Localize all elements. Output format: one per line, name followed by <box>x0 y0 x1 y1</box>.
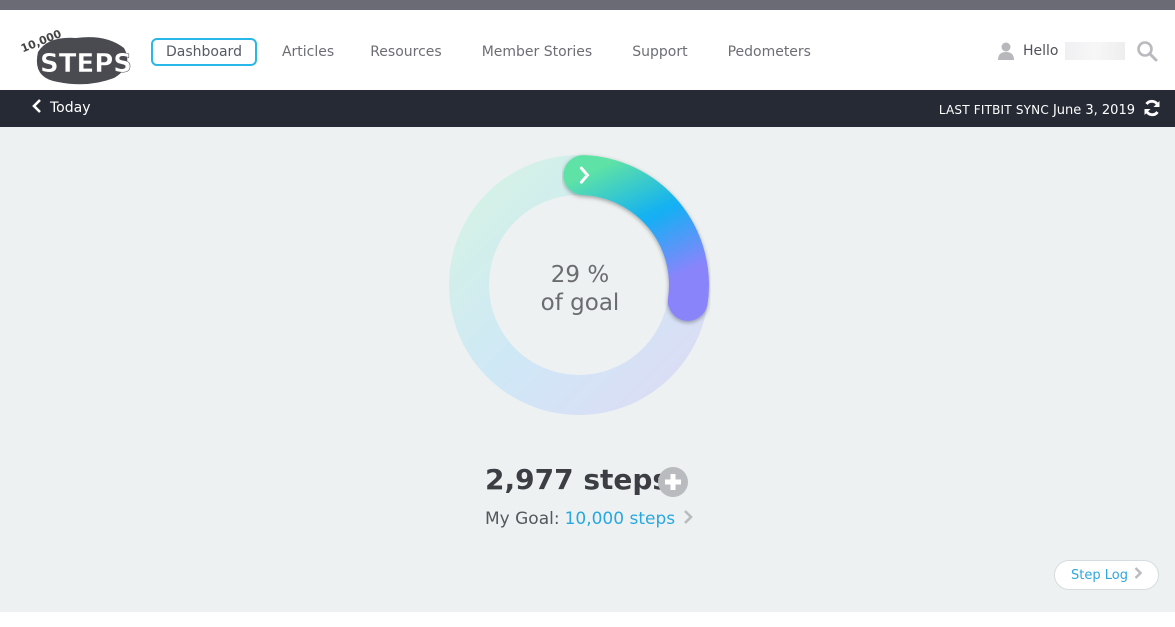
site-logo[interactable]: 10,000 STEPS <box>18 22 134 88</box>
goal-value-link[interactable]: 10,000 steps <box>565 509 676 529</box>
sync-status: LAST FITBIT SYNC June 3, 2019 <box>939 99 1161 121</box>
page-footer <box>0 612 1175 627</box>
nav-member-stories[interactable]: Member Stories <box>482 38 593 66</box>
user-menu[interactable]: Hello <box>997 40 1125 62</box>
top-strip <box>0 0 1175 10</box>
chevron-left-icon <box>32 99 42 117</box>
step-log-button[interactable]: Step Log <box>1054 560 1159 590</box>
nav-resources[interactable]: Resources <box>370 38 442 66</box>
main-nav: Dashboard Articles Resources Member Stor… <box>151 37 811 67</box>
goal-label: My Goal: <box>485 509 560 529</box>
sync-label: LAST FITBIT SYNC <box>938 103 1049 117</box>
back-label: Today <box>50 100 91 116</box>
nav-dashboard[interactable]: Dashboard <box>151 38 257 66</box>
date-bar: Today LAST FITBIT SYNC June 3, 2019 <box>0 90 1175 127</box>
logo-graphic: 10,000 STEPS <box>19 27 132 85</box>
chevron-right-icon <box>1134 567 1143 583</box>
goal-line: My Goal: 10,000 steps <box>485 509 693 529</box>
percent-subtitle: of goal <box>540 290 620 316</box>
percent-value: 29 % <box>550 262 610 288</box>
search-icon[interactable] <box>1136 40 1158 62</box>
back-to-today-button[interactable]: Today <box>32 99 91 117</box>
sync-date: June 3, 2019 <box>1052 102 1135 118</box>
steps-count: 2,977 steps <box>485 463 670 496</box>
plus-circle-icon[interactable] <box>657 466 689 498</box>
greeting-text: Hello <box>1023 43 1059 59</box>
chevron-right-icon[interactable] <box>683 509 693 529</box>
nav-pedometers[interactable]: Pedometers <box>728 38 811 66</box>
refresh-icon[interactable] <box>1143 99 1161 121</box>
nav-articles[interactable]: Articles <box>282 38 334 66</box>
redacted-username <box>1064 42 1125 60</box>
goal-percentage: 29 % of goal <box>480 261 680 317</box>
site-header: 10,000 STEPS Dashboard Articles Resource… <box>0 10 1175 90</box>
step-log-label: Step Log <box>1071 567 1128 583</box>
nav-support[interactable]: Support <box>632 38 687 66</box>
svg-text:STEPS: STEPS <box>40 49 132 79</box>
user-icon <box>997 41 1015 61</box>
dashboard-main: 29 % of goal 2,977 steps My Goal: 10,000… <box>0 127 1175 612</box>
